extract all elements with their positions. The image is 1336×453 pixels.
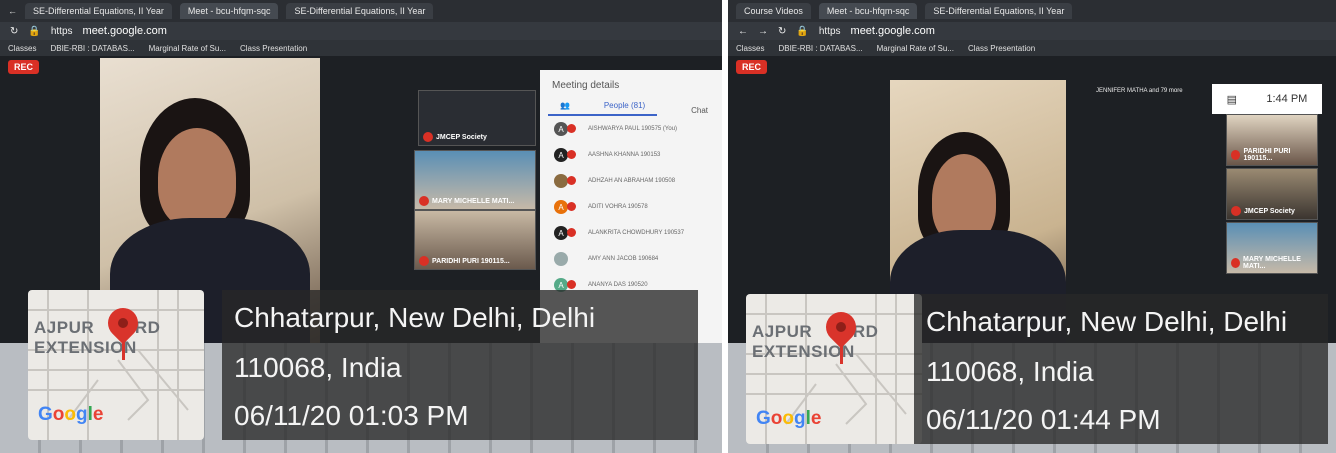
bookmark[interactable]: Marginal Rate of Su...	[877, 44, 954, 53]
participant-name: ALANKRITA CHOWDHURY 190537	[588, 230, 685, 236]
participant-tile[interactable]: JMCEP Society	[418, 90, 536, 146]
participant-row[interactable]: AMY ANN JACOB 190684	[540, 246, 722, 272]
participant-row[interactable]: A ADITI VOHRA 190578	[540, 194, 722, 220]
meet-top-bar: ▤ 1:44 PM	[1212, 84, 1322, 114]
browser-tab[interactable]: SE-Differential Equations, II Year	[925, 3, 1073, 19]
url-text[interactable]: meet.google.com	[851, 25, 935, 37]
tile-name: MARY MICHELLE MATI...	[432, 197, 515, 205]
bookmark[interactable]: Marginal Rate of Su...	[149, 44, 226, 53]
map-place-label: AJPUR URD EXTENSION	[752, 322, 879, 361]
browser-tab[interactable]: SE-Differential Equations, II Year	[286, 3, 434, 19]
bookmark[interactable]: Classes	[8, 44, 36, 53]
location-stamp: Chhatarpur, New Delhi, Delhi 110068, Ind…	[914, 294, 1328, 444]
rec-badge: REC	[736, 60, 768, 74]
address-bar[interactable]: ↻ 🔒 https meet.google.com	[0, 22, 722, 40]
participant-name: AISHWARYA PAUL 190575 (You)	[588, 126, 678, 132]
participant-tile[interactable]: MARY MICHELLE MATI...	[1226, 222, 1318, 274]
browser-tab[interactable]: SE-Differential Equations, II Year	[25, 3, 172, 19]
bookmarks-bar: Classes DBIE-RBI : DATABAS... Marginal R…	[728, 40, 1336, 56]
participant-row[interactable]: ADHZAH AN ABRAHAM 190508	[540, 168, 722, 194]
location-stamp: Chhatarpur, New Delhi, Delhi 110068, Ind…	[222, 290, 698, 440]
bookmark[interactable]: Classes	[736, 44, 764, 53]
address-line-2: 110068, India	[234, 352, 402, 383]
participant-row[interactable]: A ALANKRITA CHOWDHURY 190537	[540, 220, 722, 246]
participant-name: ADHZAH AN ABRAHAM 190508	[588, 178, 676, 184]
back-icon[interactable]: ←	[738, 26, 748, 37]
bookmark[interactable]: Class Presentation	[968, 44, 1035, 53]
google-logo: Google	[38, 404, 104, 425]
speaker-face	[158, 128, 236, 228]
mic-off-icon	[423, 132, 433, 142]
participant-tile[interactable]: PARIDHI PURI 190115...	[414, 210, 536, 270]
map-pin-stem	[840, 340, 843, 364]
map-pin-stem	[122, 336, 125, 360]
mic-off-icon	[1231, 150, 1241, 160]
bookmark[interactable]: DBIE-RBI : DATABAS...	[778, 44, 862, 53]
lock-icon: 🔒	[796, 25, 809, 37]
address-line-1: Chhatarpur, New Delhi, Delhi	[234, 302, 596, 333]
tile-name: MARY MICHELLE MATI...	[1242, 256, 1301, 270]
photo-left: ← SE-Differential Equations, II Year Mee…	[0, 0, 722, 453]
browser-tab-active[interactable]: Meet - bcu-hfqm-sqc	[818, 3, 918, 19]
google-logo: Google	[756, 408, 822, 429]
bookmark[interactable]: DBIE-RBI : DATABAS...	[50, 44, 134, 53]
photo-right: Course Videos Meet - bcu-hfqm-sqc SE-Dif…	[728, 0, 1336, 453]
address-line-2: 110068, India	[926, 356, 1094, 387]
tile-name: JMCEP Society	[1244, 207, 1295, 215]
tile-name: PARIDHI PURI 190115...	[432, 257, 510, 265]
participant-tile[interactable]: PARIDHI PURI 190115...	[1226, 114, 1318, 166]
map-thumbnail: AJPUR URD EXTENSION Google	[746, 294, 922, 444]
reload-icon[interactable]: ↻	[778, 26, 786, 37]
tile-name: PARIDHI PURI 190115...	[1243, 148, 1291, 162]
participant-tile[interactable]: JMCEP Society	[1226, 168, 1318, 220]
people-tab[interactable]: 👥 People (81)	[548, 97, 658, 116]
address-line-1: Chhatarpur, New Delhi, Delhi	[926, 306, 1288, 337]
mic-off-icon	[1231, 206, 1241, 216]
clock-text: 1:44 PM	[1266, 93, 1308, 105]
bookmarks-bar: Classes DBIE-RBI : DATABAS... Marginal R…	[0, 40, 722, 56]
forward-icon[interactable]: →	[758, 26, 768, 37]
url-prefix: https	[50, 25, 73, 37]
mic-off-icon	[1231, 258, 1240, 268]
back-icon[interactable]: ←	[8, 6, 17, 16]
participant-row[interactable]: A AISHWARYA PAUL 190575 (You)	[540, 116, 722, 142]
timestamp: 06/11/20 01:03 PM	[234, 400, 469, 431]
chat-tab[interactable]: Chat	[691, 106, 708, 115]
mic-off-icon	[419, 256, 429, 266]
browser-tab-bar: Course Videos Meet - bcu-hfqm-sqc SE-Dif…	[728, 0, 1336, 22]
url-prefix: https	[818, 25, 841, 37]
participant-name: AASHNA KHANNA 190153	[588, 152, 661, 158]
tile-name: JMCEP Society	[436, 133, 487, 141]
rec-badge: REC	[8, 60, 40, 74]
panel-title: Meeting details	[552, 80, 620, 91]
joined-notice: JENNIFER MATHA and 79 more	[1096, 88, 1183, 94]
map-place-label: AJPUR URD EXTENSION	[34, 318, 161, 357]
address-bar[interactable]: ← → ↻ 🔒 https meet.google.com	[728, 22, 1336, 40]
people-icon: 👥	[560, 101, 570, 110]
participant-tile[interactable]: MARY MICHELLE MATI...	[414, 150, 536, 210]
browser-tab-active[interactable]: Meet - bcu-hfqm-sqc	[179, 3, 279, 19]
participant-name: ANANYA DAS 190520	[588, 282, 648, 288]
participant-name: AMY ANN JACOB 190684	[588, 256, 659, 262]
mic-off-icon	[419, 196, 429, 206]
lock-icon: 🔒	[28, 25, 41, 37]
participant-row[interactable]: A AASHNA KHANNA 190153	[540, 142, 722, 168]
bookmark[interactable]: Class Presentation	[240, 44, 307, 53]
browser-tab-bar: ← SE-Differential Equations, II Year Mee…	[0, 0, 722, 22]
url-text[interactable]: meet.google.com	[83, 25, 167, 37]
browser-tab[interactable]: Course Videos	[736, 3, 811, 19]
chat-icon[interactable]: ▤	[1227, 93, 1237, 106]
map-thumbnail: AJPUR URD EXTENSION Google	[28, 290, 204, 440]
timestamp: 06/11/20 01:44 PM	[926, 404, 1161, 435]
participant-name: ADITI VOHRA 190578	[588, 204, 648, 210]
reload-icon[interactable]: ↻	[10, 26, 18, 37]
